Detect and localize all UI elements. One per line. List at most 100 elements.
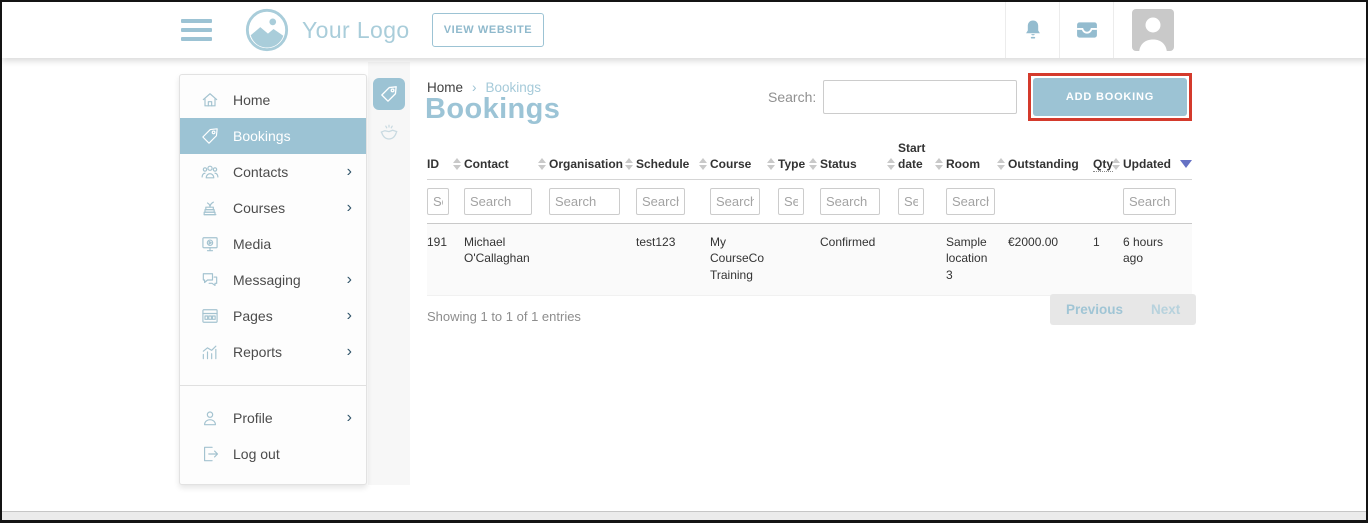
rail-bookings-button[interactable] <box>373 78 405 110</box>
column-header-schedule[interactable]: Schedule <box>636 141 710 180</box>
logo-text: Your Logo <box>302 17 410 44</box>
sidebar-item-bookings[interactable]: Bookings <box>180 118 366 154</box>
sort-icon <box>887 158 895 170</box>
sort-icon <box>1112 158 1120 170</box>
rail-deals-icon[interactable] <box>378 122 400 144</box>
start-date-search-input[interactable] <box>898 188 924 215</box>
user-avatar[interactable] <box>1132 9 1174 51</box>
cell-contact: Michael O'Callaghan <box>464 224 549 296</box>
column-header-contact[interactable]: Contact <box>464 141 549 180</box>
add-booking-button[interactable]: ADD BOOKING <box>1033 78 1187 116</box>
previous-button[interactable]: Previous <box>1052 302 1137 317</box>
chevron-right-icon: › <box>347 308 352 324</box>
table-header-row: ID Contact Organisation Schedule Course … <box>427 141 1192 180</box>
hamburger-menu-icon[interactable] <box>181 19 212 41</box>
pages-icon <box>200 306 220 326</box>
page-title: Bookings <box>425 93 560 126</box>
id-search-input[interactable] <box>427 188 449 215</box>
entries-summary: Showing 1 to 1 of 1 entries <box>427 309 581 324</box>
sidebar-item-label: Pages <box>233 308 273 324</box>
view-website-button[interactable]: VIEW WEBSITE <box>432 13 544 47</box>
sort-icon <box>767 158 775 170</box>
inbox-button[interactable] <box>1059 2 1114 58</box>
sidebar-item-media[interactable]: Media <box>180 226 366 262</box>
sidebar-item-label: Profile <box>233 410 273 426</box>
handshake-icon <box>378 122 400 144</box>
sort-descending-icon <box>1180 160 1192 168</box>
sort-icon <box>935 158 943 170</box>
reports-icon <box>200 342 220 362</box>
cell-type <box>778 224 820 296</box>
sort-icon <box>997 158 1005 170</box>
sidebar-item-label: Media <box>233 236 271 252</box>
column-header-course[interactable]: Course <box>710 141 778 180</box>
bell-icon <box>1020 17 1046 43</box>
room-search-input[interactable] <box>946 188 995 215</box>
sort-icon <box>699 158 707 170</box>
sidebar-item-profile[interactable]: Profile › <box>180 400 366 436</box>
global-search-input[interactable] <box>823 80 1017 114</box>
cell-organisation <box>549 224 636 296</box>
column-header-status[interactable]: Status <box>820 141 898 180</box>
column-header-room[interactable]: Room <box>946 141 1008 180</box>
sidebar-item-label: Bookings <box>233 128 291 144</box>
cell-start-date <box>898 224 946 296</box>
sidebar-item-pages[interactable]: Pages › <box>180 298 366 334</box>
sidebar-item-reports[interactable]: Reports › <box>180 334 366 370</box>
courses-icon <box>200 198 220 218</box>
sort-icon <box>625 158 633 170</box>
cell-course: My CourseCo Training <box>710 224 778 296</box>
logo[interactable]: Your Logo <box>244 7 410 53</box>
sidebar-item-label: Messaging <box>233 272 301 288</box>
sort-icon <box>809 158 817 170</box>
course-search-input[interactable] <box>710 188 760 215</box>
type-search-input[interactable] <box>778 188 804 215</box>
sidebar-item-contacts[interactable]: Contacts › <box>180 154 366 190</box>
app-header: Your Logo VIEW WEBSITE <box>2 2 1366 58</box>
sidebar-item-courses[interactable]: Courses › <box>180 190 366 226</box>
chevron-right-icon: › <box>347 272 352 288</box>
tag-icon <box>200 126 220 146</box>
column-header-updated[interactable]: Updated <box>1123 141 1192 180</box>
updated-search-input[interactable] <box>1123 188 1176 215</box>
cell-outstanding: €2000.00 <box>1008 224 1093 296</box>
sidebar-item-label: Reports <box>233 344 282 360</box>
contact-search-input[interactable] <box>464 188 532 215</box>
column-header-qty[interactable]: Qty <box>1093 141 1123 180</box>
global-search-label: Search: <box>768 89 816 105</box>
sidebar: Home Bookings Contacts › <box>179 74 367 485</box>
sidebar-item-messaging[interactable]: Messaging › <box>180 262 366 298</box>
cell-schedule: test123 <box>636 224 710 296</box>
column-header-type[interactable]: Type <box>778 141 820 180</box>
table-row[interactable]: 191 Michael O'Callaghan test123 My Cours… <box>427 224 1192 296</box>
sidebar-item-label: Log out <box>233 446 280 462</box>
next-button[interactable]: Next <box>1137 302 1194 317</box>
notifications-button[interactable] <box>1005 2 1059 58</box>
sort-icon <box>453 158 461 170</box>
chevron-right-icon: › <box>347 410 352 426</box>
logo-image-icon <box>244 7 290 53</box>
media-icon <box>200 234 220 254</box>
column-header-id[interactable]: ID <box>427 141 464 180</box>
sidebar-item-logout[interactable]: Log out <box>180 436 366 472</box>
organisation-search-input[interactable] <box>549 188 620 215</box>
status-search-input[interactable] <box>820 188 880 215</box>
column-header-start-date[interactable]: Start date <box>898 141 946 180</box>
sidebar-item-label: Home <box>233 92 270 108</box>
icon-rail <box>368 62 410 485</box>
sidebar-item-home[interactable]: Home <box>180 82 366 118</box>
contacts-icon <box>200 162 220 182</box>
sidebar-item-label: Contacts <box>233 164 288 180</box>
sidebar-item-label: Courses <box>233 200 285 216</box>
inbox-tray-icon <box>1073 16 1101 44</box>
cell-room: Sample location 3 <box>946 224 1008 296</box>
browser-window: Your Logo VIEW WEBSITE <box>0 0 1368 523</box>
column-header-outstanding[interactable]: Outstanding <box>1008 141 1093 180</box>
chevron-right-icon: › <box>347 200 352 216</box>
schedule-search-input[interactable] <box>636 188 685 215</box>
chevron-right-icon: › <box>347 344 352 360</box>
logout-icon <box>200 444 220 464</box>
cell-status: Confirmed <box>820 224 898 296</box>
column-header-organisation[interactable]: Organisation <box>549 141 636 180</box>
sort-icon <box>538 158 546 170</box>
